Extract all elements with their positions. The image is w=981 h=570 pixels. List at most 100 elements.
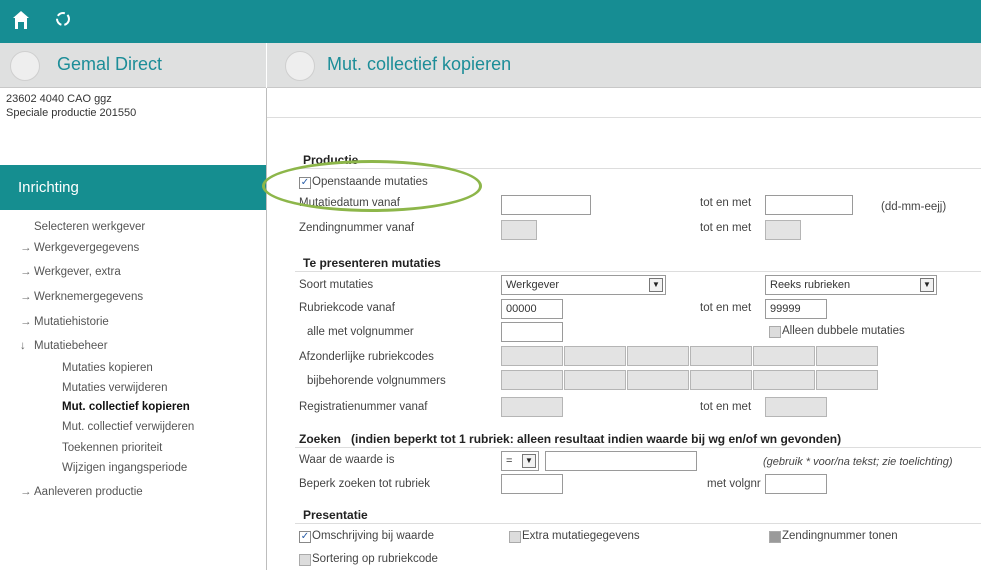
- alleen-dubbele-checkbox[interactable]: [769, 326, 781, 338]
- rubriekcode-cell[interactable]: [753, 346, 815, 366]
- presentatie-heading: Presentatie: [303, 508, 368, 522]
- sidebar-item-label: Mutatiebeheer: [34, 340, 108, 352]
- soort-mutaties-label: Soort mutaties: [299, 279, 374, 291]
- registratienummer-label: Registratienummer vanaf: [299, 401, 428, 413]
- met-volgnr-input[interactable]: [765, 474, 827, 494]
- zendingnummer-to-input[interactable]: [765, 220, 801, 240]
- met-volgnr-label: met volgnr: [707, 478, 761, 490]
- sidebar-item-label: Aanleveren productie: [34, 486, 143, 498]
- zendingnummer-from-input[interactable]: [501, 220, 537, 240]
- employer-info: 23602 4040 CAO ggz: [6, 93, 112, 105]
- reeks-rubrieken-value: Reeks rubrieken: [770, 279, 851, 291]
- divider: [295, 447, 981, 448]
- volgnummer-input[interactable]: [501, 322, 563, 342]
- sidebar-item-werknemergegevens[interactable]: → Werknemergegevens: [20, 291, 143, 303]
- sidebar-item-label: Mutaties kopieren: [62, 362, 153, 374]
- soort-mutaties-select[interactable]: Werkgever ▼: [501, 275, 666, 295]
- sidebar-item-selecteren-werkgever[interactable]: Selecteren werkgever: [34, 221, 145, 233]
- arrow-right-icon: →: [20, 316, 32, 328]
- extra-mutatiegegevens-checkbox[interactable]: [509, 531, 521, 543]
- soort-mutaties-value: Werkgever: [506, 279, 559, 291]
- sidebar-item-label: Werkgevergegevens: [34, 242, 140, 254]
- sidebar-item-aanleveren-productie[interactable]: → Aanleveren productie: [20, 486, 143, 498]
- divider: [295, 523, 981, 524]
- rubriekcode-cell[interactable]: [501, 346, 563, 366]
- waarde-label: Waar de waarde is: [299, 454, 395, 466]
- highlight-ellipse: [262, 160, 482, 212]
- sidebar-header: Gemal Direct: [0, 43, 266, 88]
- sidebar-item-mutaties-kopieren[interactable]: Mutaties kopieren: [62, 362, 153, 374]
- sidebar-item-label: Selecteren werkgever: [34, 221, 146, 233]
- afzonderlijke-rubriekcodes-label: Afzonderlijke rubriekcodes: [299, 351, 434, 363]
- zendingnummer-tonen-label: Zendingnummer tonen: [782, 530, 898, 542]
- tot-en-met-label: tot en met: [700, 401, 752, 413]
- tot-en-met-label: tot en met: [700, 197, 752, 209]
- sidebar-item-wijzigen-ingangsperiode[interactable]: Wijzigen ingangsperiode: [62, 462, 187, 474]
- extra-mutatiegegevens-label: Extra mutatiegegevens: [522, 530, 640, 542]
- reeks-rubrieken-select[interactable]: Reeks rubrieken ▼: [765, 275, 937, 295]
- arrow-down-icon: ↓: [20, 340, 26, 352]
- beperk-zoeken-label: Beperk zoeken tot rubriek: [299, 478, 431, 490]
- chevron-down-icon[interactable]: ▼: [649, 278, 663, 292]
- divider: [267, 117, 981, 118]
- mutatiedatum-to-input[interactable]: [765, 195, 853, 215]
- zendingnummer-tonen-checkbox[interactable]: [769, 531, 781, 543]
- sortering-label: Sortering op rubriekcode: [312, 553, 438, 565]
- rubriekcode-to-input[interactable]: 99999: [765, 299, 827, 319]
- sidebar-item-mutatiehistorie[interactable]: → Mutatiehistorie: [20, 316, 109, 328]
- registratienummer-from-input[interactable]: [501, 397, 563, 417]
- sidebar-item-label: Mut. collectief kopieren: [62, 401, 190, 413]
- omschrijving-label: Omschrijving bij waarde: [312, 530, 435, 542]
- production-info: Speciale productie 201550: [6, 107, 137, 119]
- arrow-right-icon: →: [20, 486, 32, 498]
- waarde-input[interactable]: [545, 451, 697, 471]
- sidebar-item-label: Mutaties verwijderen: [62, 382, 168, 394]
- rubriekcode-cell[interactable]: [564, 346, 626, 366]
- alle-met-volgnummer-label: alle met volgnummer: [307, 326, 414, 338]
- rubriekcode-cell[interactable]: [627, 346, 689, 366]
- mutatiedatum-from-input[interactable]: [501, 195, 591, 215]
- volgnummer-cell[interactable]: [816, 370, 878, 390]
- volgnummer-cell[interactable]: [690, 370, 752, 390]
- omschrijving-checkbox[interactable]: ✓: [299, 531, 311, 543]
- chevron-down-icon[interactable]: ▼: [920, 278, 934, 292]
- sidebar-item-mutatiebeheer[interactable]: ↓ Mutatiebeheer: [20, 340, 108, 352]
- sidebar-item-label: Mut. collectief verwijderen: [62, 421, 195, 433]
- volgnummer-cell[interactable]: [627, 370, 689, 390]
- page-icon: [285, 51, 315, 81]
- sidebar-item-label: Werknemergegevens: [34, 291, 144, 303]
- refresh-icon[interactable]: [52, 10, 74, 32]
- volgnummer-cell[interactable]: [753, 370, 815, 390]
- presenteren-heading: Te presenteren mutaties: [303, 256, 441, 270]
- zoeken-heading: Zoeken (indien beperkt tot 1 rubriek: al…: [299, 432, 841, 446]
- operator-value: =: [506, 455, 513, 467]
- zendingnummer-label: Zendingnummer vanaf: [299, 222, 415, 234]
- volgnummer-cell[interactable]: [501, 370, 563, 390]
- app-logo-icon: [10, 51, 40, 81]
- sidebar-item-label: Werkgever, extra: [34, 266, 121, 278]
- app-title: Gemal Direct: [57, 54, 163, 74]
- section-inrichting[interactable]: Inrichting: [0, 165, 266, 210]
- rubriekcode-label: Rubriekcode vanaf: [299, 302, 395, 314]
- sortering-checkbox[interactable]: [299, 554, 311, 566]
- rubriekcode-from-input[interactable]: 00000: [501, 299, 563, 319]
- home-icon[interactable]: [10, 10, 32, 32]
- divider: [295, 271, 981, 272]
- chevron-down-icon[interactable]: ▼: [522, 454, 536, 468]
- volgnummer-cell[interactable]: [564, 370, 626, 390]
- date-format-hint: (dd-mm-eejj): [881, 201, 947, 213]
- registratienummer-to-input[interactable]: [765, 397, 827, 417]
- sidebar-item-werkgever-extra[interactable]: → Werkgever, extra: [20, 266, 121, 278]
- sidebar-item-werkgevergegevens[interactable]: → Werkgevergegevens: [20, 242, 139, 254]
- bijbehorende-volgnummers-label: bijbehorende volgnummers: [307, 375, 446, 387]
- sidebar-item-mut-collectief-verwijderen[interactable]: Mut. collectief verwijderen: [62, 421, 194, 433]
- zoeken-title: Zoeken: [299, 432, 342, 446]
- rubriekcode-cell[interactable]: [816, 346, 878, 366]
- beperk-rubriek-input[interactable]: [501, 474, 563, 494]
- sidebar-item-toekennen-prioriteit[interactable]: Toekennen prioriteit: [62, 442, 162, 454]
- operator-select[interactable]: = ▼: [501, 451, 539, 471]
- sidebar-item-mutaties-verwijderen[interactable]: Mutaties verwijderen: [62, 382, 167, 394]
- rubriekcode-cell[interactable]: [690, 346, 752, 366]
- alleen-dubbele-label: Alleen dubbele mutaties: [782, 325, 905, 337]
- sidebar-item-mut-collectief-kopieren[interactable]: Mut. collectief kopieren: [62, 401, 190, 413]
